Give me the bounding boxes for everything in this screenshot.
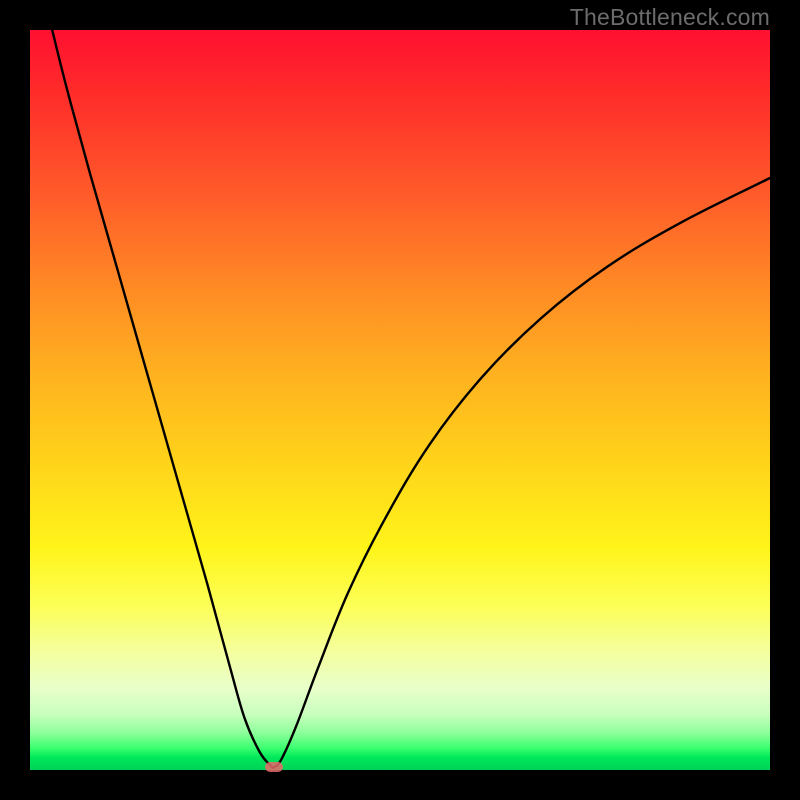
plot-area [30,30,770,770]
bottleneck-curve [30,30,770,770]
curve-path [52,30,770,768]
watermark-text: TheBottleneck.com [570,4,770,31]
chart-frame: TheBottleneck.com [0,0,800,800]
optimal-point-marker [265,762,283,772]
